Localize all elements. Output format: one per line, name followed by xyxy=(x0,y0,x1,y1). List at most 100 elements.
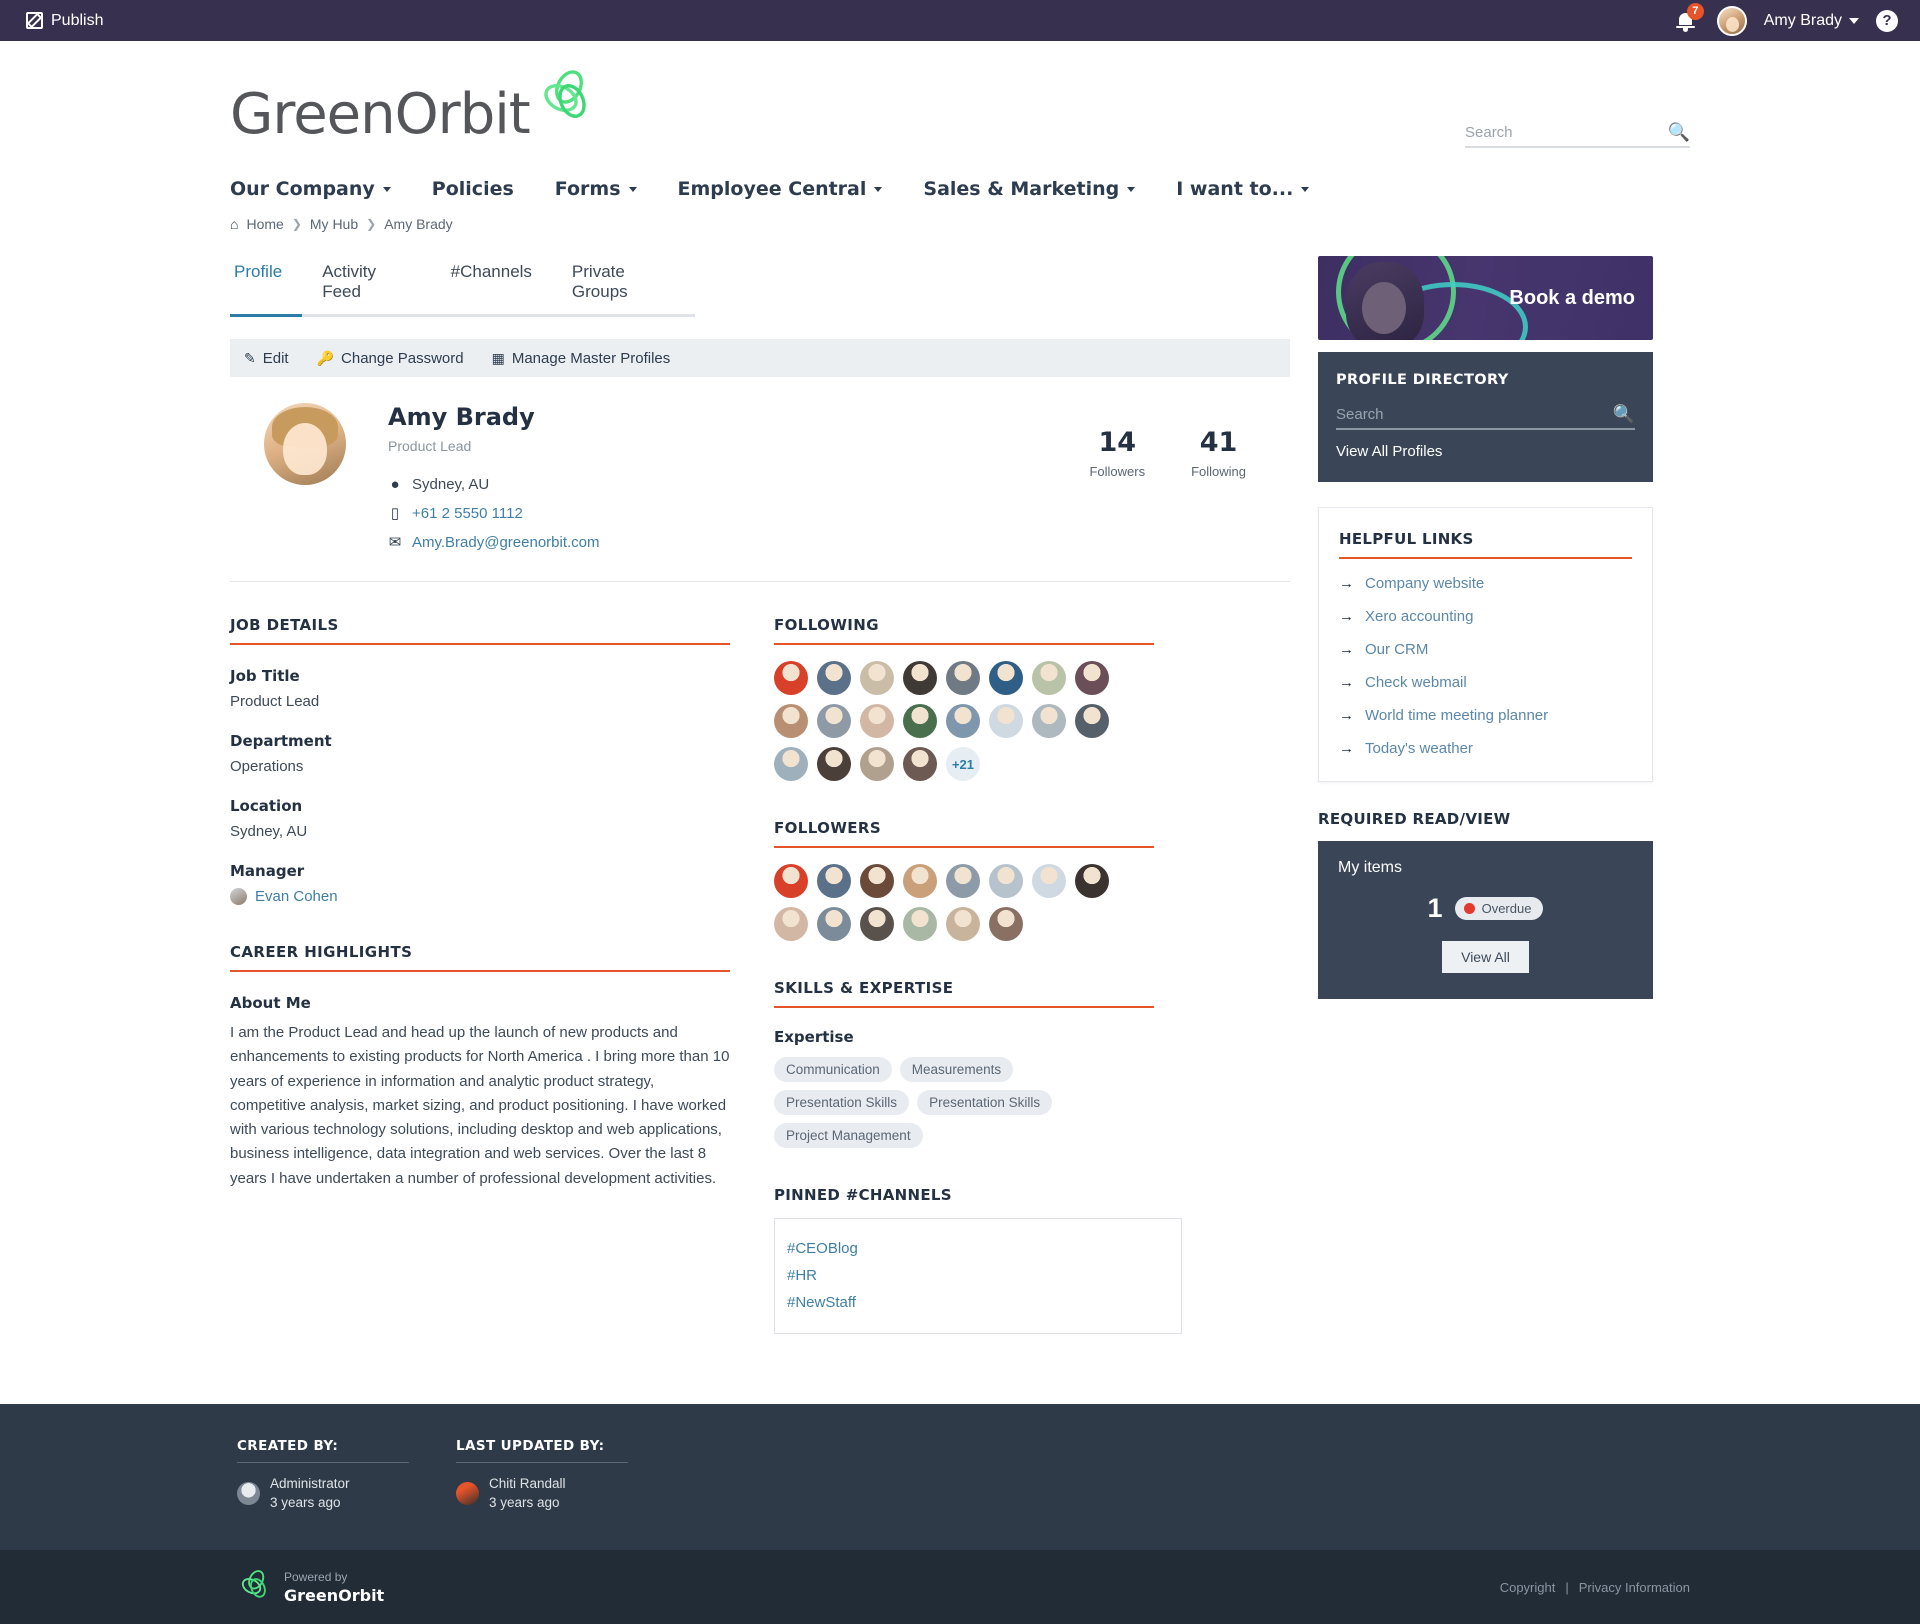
avatar[interactable] xyxy=(946,704,980,738)
avatar[interactable] xyxy=(774,907,808,941)
search-input[interactable] xyxy=(1465,123,1668,141)
avatar[interactable] xyxy=(903,864,937,898)
avatar[interactable] xyxy=(903,661,937,695)
powered-by-text: Powered by GreenOrbit xyxy=(284,1568,384,1606)
avatar[interactable] xyxy=(860,907,894,941)
avatar[interactable] xyxy=(774,704,808,738)
avatar[interactable] xyxy=(817,747,851,781)
avatar[interactable] xyxy=(1075,864,1109,898)
avatar[interactable] xyxy=(1075,661,1109,695)
helpful-link-label[interactable]: World time meeting planner xyxy=(1365,707,1548,724)
publish-button[interactable]: Publish xyxy=(26,12,103,30)
tab-private-groups[interactable]: Private Groups xyxy=(552,256,695,314)
avatar[interactable] xyxy=(860,864,894,898)
breadcrumb-item-my-hub[interactable]: My Hub xyxy=(310,216,358,232)
channel-link-newstaff[interactable]: #NewStaff xyxy=(787,1289,1169,1316)
avatar[interactable] xyxy=(1032,704,1066,738)
avatar[interactable] xyxy=(1032,864,1066,898)
overdue-count: 1 xyxy=(1427,893,1443,923)
tab-profile[interactable]: Profile xyxy=(230,256,303,317)
avatar[interactable] xyxy=(989,907,1023,941)
avatar[interactable] xyxy=(860,661,894,695)
nav-item-sales-marketing[interactable]: Sales & Marketing xyxy=(923,178,1136,200)
avatar[interactable] xyxy=(903,704,937,738)
admin-bar: Publish 7 Amy Brady ? xyxy=(0,0,1920,41)
footer-separator: | xyxy=(1565,1579,1569,1595)
helpful-link-todays-weather[interactable]: → Today's weather xyxy=(1339,740,1632,757)
user-menu[interactable]: Amy Brady xyxy=(1764,12,1859,30)
view-all-button[interactable]: View All xyxy=(1442,941,1529,973)
helpful-link-company-website[interactable]: → Company website xyxy=(1339,575,1632,592)
avatar[interactable] xyxy=(903,907,937,941)
nav-item-employee-central[interactable]: Employee Central xyxy=(678,178,883,200)
profile-directory-search[interactable]: 🔍 xyxy=(1336,405,1635,430)
avatar[interactable] xyxy=(860,747,894,781)
avatar[interactable] xyxy=(989,661,1023,695)
avatar[interactable] xyxy=(817,661,851,695)
skills-section: SKILLS & EXPERTISE Expertise Communicati… xyxy=(774,979,1154,1148)
nav-item-our-company[interactable]: Our Company xyxy=(230,178,391,200)
view-all-profiles-link[interactable]: View All Profiles xyxy=(1336,443,1442,460)
notifications-button[interactable]: 7 xyxy=(1675,2,1704,34)
avatar[interactable] xyxy=(1075,704,1109,738)
helpful-link-label[interactable]: Company website xyxy=(1365,575,1484,592)
channel-link-ceoblog[interactable]: #CEOBlog xyxy=(787,1235,1169,1262)
tab-channels[interactable]: #Channels xyxy=(431,256,552,314)
followers-count-box[interactable]: 14 Followers xyxy=(1089,427,1145,551)
more-avatars-button[interactable]: +21 xyxy=(946,747,980,781)
page: GreenOrbit 🔍 Our Company Poli xyxy=(0,41,1920,1344)
helpful-link-xero-accounting[interactable]: → Xero accounting xyxy=(1339,608,1632,625)
arrow-right-icon: → xyxy=(1339,608,1354,625)
book-a-demo-banner[interactable]: Book a demo xyxy=(1318,256,1653,340)
manager-name[interactable]: Evan Cohen xyxy=(255,888,338,905)
manage-master-profiles-label: Manage Master Profiles xyxy=(511,349,671,367)
avatar[interactable] xyxy=(1032,661,1066,695)
breadcrumb-item-amy-brady[interactable]: Amy Brady xyxy=(384,216,452,232)
avatar[interactable] xyxy=(774,747,808,781)
avatar[interactable] xyxy=(860,704,894,738)
profile-phone[interactable]: +61 2 5550 1112 xyxy=(412,505,523,522)
channel-link-hr[interactable]: #HR xyxy=(787,1262,1169,1289)
avatar[interactable] xyxy=(1716,5,1747,36)
edit-button[interactable]: ✎ Edit xyxy=(244,350,289,367)
helpful-link-label[interactable]: Today's weather xyxy=(1365,740,1473,757)
avatar[interactable] xyxy=(774,864,808,898)
site-logo[interactable]: GreenOrbit xyxy=(230,70,598,143)
avatar[interactable] xyxy=(946,864,980,898)
manager-link-row[interactable]: Evan Cohen xyxy=(230,888,730,905)
avatar[interactable] xyxy=(817,704,851,738)
helpful-link-our-crm[interactable]: → Our CRM xyxy=(1339,641,1632,658)
avatar[interactable] xyxy=(817,864,851,898)
manage-master-profiles-button[interactable]: ▦ Manage Master Profiles xyxy=(492,350,671,367)
helpful-link-world-time-meeting-planner[interactable]: → World time meeting planner xyxy=(1339,707,1632,724)
helpful-link-label[interactable]: Check webmail xyxy=(1365,674,1467,691)
site-search[interactable]: 🔍 xyxy=(1465,123,1690,148)
orbit-logo-icon xyxy=(536,65,598,132)
avatar[interactable] xyxy=(903,747,937,781)
avatar[interactable] xyxy=(817,907,851,941)
following-count-box[interactable]: 41 Following xyxy=(1191,427,1246,551)
avatar[interactable] xyxy=(946,661,980,695)
search-icon[interactable]: 🔍 xyxy=(1668,123,1690,141)
helpful-link-check-webmail[interactable]: → Check webmail xyxy=(1339,674,1632,691)
help-icon[interactable]: ? xyxy=(1876,9,1898,32)
field-department: Department Operations xyxy=(230,732,730,775)
nav-item-i-want-to[interactable]: I want to... xyxy=(1176,178,1310,200)
nav-item-forms[interactable]: Forms xyxy=(555,178,637,200)
tab-activity-feed[interactable]: Activity Feed xyxy=(302,256,430,314)
avatar[interactable] xyxy=(989,704,1023,738)
search-icon[interactable]: 🔍 xyxy=(1613,405,1635,423)
change-password-button[interactable]: 🔑 Change Password xyxy=(317,350,464,367)
home-icon[interactable]: ⌂ xyxy=(230,216,238,232)
nav-item-policies[interactable]: Policies xyxy=(432,178,514,200)
helpful-link-label[interactable]: Our CRM xyxy=(1365,641,1428,658)
avatar[interactable] xyxy=(774,661,808,695)
breadcrumb-item-home[interactable]: Home xyxy=(246,216,283,232)
avatar[interactable] xyxy=(946,907,980,941)
directory-search-input[interactable] xyxy=(1336,405,1613,423)
privacy-information-link[interactable]: Privacy Information xyxy=(1579,1580,1690,1595)
helpful-link-label[interactable]: Xero accounting xyxy=(1365,608,1473,625)
avatar[interactable] xyxy=(989,864,1023,898)
profile-email[interactable]: Amy.Brady@greenorbit.com xyxy=(412,534,600,551)
copyright-link[interactable]: Copyright xyxy=(1500,1580,1556,1595)
